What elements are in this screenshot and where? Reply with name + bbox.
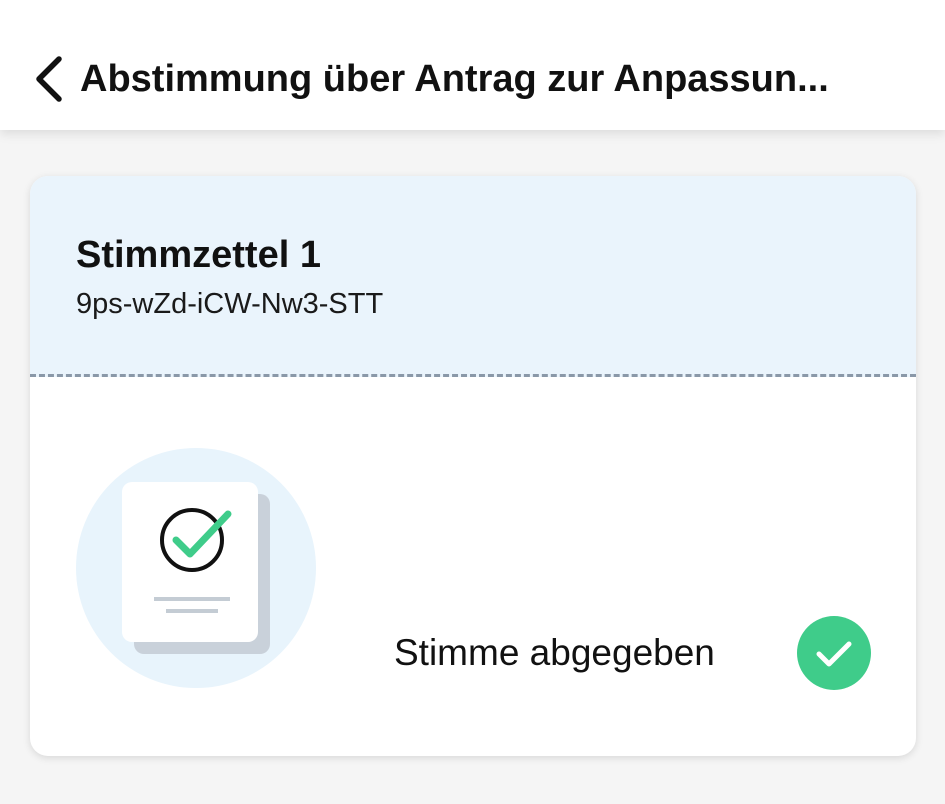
app-header: Abstimmung über Antrag zur Anpassun...	[0, 0, 945, 130]
back-button[interactable]	[28, 52, 68, 106]
page-title: Abstimmung über Antrag zur Anpassun...	[80, 58, 829, 100]
ballot-card-header: Stimmzettel 1 9ps-wZd-iCW-Nw3-STT	[30, 176, 916, 377]
ballot-card[interactable]: Stimmzettel 1 9ps-wZd-iCW-Nw3-STT Stimme…	[30, 176, 916, 756]
vote-status-label: Stimme abgegeben	[394, 632, 715, 673]
chevron-left-icon	[36, 56, 62, 102]
check-circle-icon	[797, 616, 871, 690]
ballot-code: 9ps-wZd-iCW-Nw3-STT	[76, 288, 384, 320]
ballot-title: Stimmzettel 1	[76, 234, 321, 276]
ballot-document-check-icon	[76, 448, 316, 688]
